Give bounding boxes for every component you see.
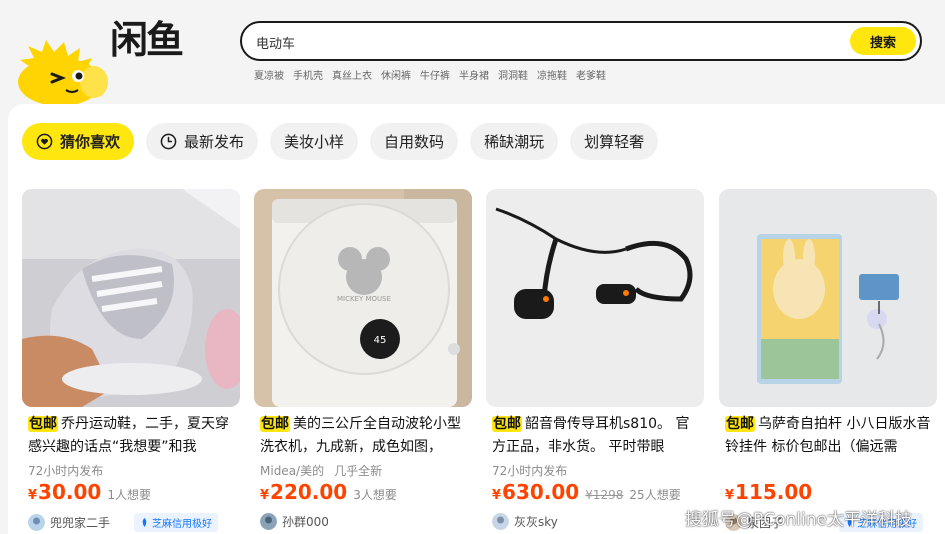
hot-word[interactable]: 老爹鞋	[576, 67, 606, 82]
price-value: 630.00	[502, 480, 580, 504]
hot-word[interactable]: 休闲裤	[381, 67, 411, 82]
credit-label: 芝麻信用极好	[152, 519, 213, 530]
tab-label: 最新发布	[184, 133, 245, 151]
hot-word[interactable]: 洞洞鞋	[498, 67, 528, 82]
product-card[interactable]: 包邮 乌萨奇自拍杆 小八日版水音铃挂件 标价包邮出（偏远需 ¥115.00 泉团子…	[719, 189, 937, 534]
product-image[interactable]: MICKEY MOUSE 45	[254, 189, 472, 407]
search-box: 搜索	[240, 21, 922, 61]
tab-luxury[interactable]: 划算轻奢	[570, 123, 659, 160]
product-image[interactable]	[719, 189, 937, 407]
product-image[interactable]	[486, 189, 704, 407]
currency-symbol: ¥	[492, 488, 502, 503]
product-subinfo: 72小时内发布	[492, 462, 567, 479]
avatar	[28, 514, 45, 531]
seller-row[interactable]: 灰灰sky	[492, 513, 558, 530]
seller-row[interactable]: 兜兜家二手 芝麻信用极好	[28, 513, 219, 532]
want-count: 1人想要	[107, 488, 151, 502]
keychain-photo	[719, 189, 937, 407]
product-subinfo: 72小时内发布	[28, 462, 103, 479]
svg-text:45: 45	[374, 335, 387, 346]
product-title[interactable]: 包邮 韶音骨传导耳机s810。 官方正品，非水货。 平时带眼	[492, 413, 702, 461]
avatar	[492, 513, 509, 530]
product-title[interactable]: 包邮 乌萨奇自拍杆 小八日版水音铃挂件 标价包邮出（偏远需	[725, 413, 935, 461]
product-subinfo: Midea/美的 几乎全新	[260, 462, 382, 479]
publish-time: 72小时内发布	[28, 464, 104, 478]
hot-word[interactable]: 手机壳	[293, 67, 323, 82]
price-row: ¥630.00 ¥1298 25人想要	[492, 480, 681, 504]
hot-word[interactable]: 半身裙	[459, 67, 489, 82]
heart-circle-icon	[36, 133, 53, 150]
avatar	[260, 513, 277, 530]
product-title-text: 美的三公斤全自动波轮小型洗衣机，九成新，成色如图，	[260, 416, 461, 455]
price: ¥220.00	[260, 480, 347, 504]
free-shipping-badge: 包邮	[492, 416, 522, 432]
search-button[interactable]: 搜索	[850, 27, 916, 55]
feed-panel: 猜你喜欢 最新发布 美妆小样 自用数码 稀缺潮玩 划算轻奢 包邮 乔丹运动鞋，二…	[8, 104, 945, 534]
sneakers-photo	[22, 189, 240, 407]
fish-mascot-icon[interactable]	[12, 38, 112, 104]
tab-toys[interactable]: 稀缺潮玩	[470, 123, 559, 160]
free-shipping-badge: 包邮	[28, 416, 58, 432]
want-count: 25人想要	[629, 488, 681, 502]
product-title-text: 乔丹运动鞋，二手，夏天穿 感兴趣的话点“我想要”和我	[28, 416, 229, 455]
product-card[interactable]: 包邮 韶音骨传导耳机s810。 官方正品，非水货。 平时带眼 72小时内发布 ¥6…	[486, 189, 704, 534]
category-tabs: 猜你喜欢 最新发布 美妆小样 自用数码 稀缺潮玩 划算轻奢	[22, 123, 670, 160]
free-shipping-badge: 包邮	[725, 416, 755, 432]
search-input[interactable]	[256, 31, 836, 53]
clock-icon	[160, 133, 177, 150]
top-header: 闲鱼 搜索 夏凉被 手机壳 真丝上衣 休闲裤 牛仔裤 半身裙 洞洞鞋 凉拖鞋 老…	[0, 0, 945, 104]
hot-word[interactable]: 夏凉被	[254, 67, 284, 82]
price-value: 115.00	[735, 480, 813, 504]
tab-label: 稀缺潮玩	[484, 133, 545, 151]
product-title[interactable]: 包邮 美的三公斤全自动波轮小型洗衣机，九成新，成色如图，	[260, 413, 470, 461]
logo-text[interactable]: 闲鱼	[110, 18, 184, 62]
tab-label: 划算轻奢	[584, 133, 645, 151]
free-shipping-badge: 包邮	[260, 416, 290, 432]
want-count: 3人想要	[353, 488, 397, 502]
seller-name: 兜兜家二手	[50, 516, 111, 530]
sesame-credit-icon	[142, 518, 147, 527]
tab-digital[interactable]: 自用数码	[370, 123, 459, 160]
hot-word[interactable]: 真丝上衣	[332, 67, 372, 82]
price-row: ¥220.00 3人想要	[260, 480, 397, 504]
product-title-text: 乌萨奇自拍杆 小八日版水音铃挂件 标价包邮出（偏远需	[725, 416, 931, 455]
tab-label: 自用数码	[384, 133, 445, 151]
watermark-text: 搜狐号@PConline太平洋科技	[685, 510, 912, 530]
price: ¥115.00	[725, 480, 812, 504]
currency-symbol: ¥	[260, 488, 270, 503]
tab-label: 猜你喜欢	[60, 133, 121, 151]
headphones-photo	[486, 189, 704, 407]
price-row: ¥115.00	[725, 480, 812, 504]
seller-name: 孙群000	[282, 515, 329, 529]
price-row: ¥30.00 1人想要	[28, 480, 151, 504]
publish-time: 72小时内发布	[492, 464, 568, 478]
currency-symbol: ¥	[725, 488, 735, 503]
washing-machine-photo: MICKEY MOUSE 45	[254, 189, 472, 407]
svg-text:MICKEY MOUSE: MICKEY MOUSE	[337, 295, 391, 303]
seller-name: 灰灰sky	[514, 515, 558, 529]
condition-tag: 几乎全新	[334, 464, 383, 478]
product-card[interactable]: MICKEY MOUSE 45 包邮 美的三公斤全自动波轮小型洗衣机，九成新，成色…	[254, 189, 472, 534]
tab-beauty-samples[interactable]: 美妆小样	[270, 123, 359, 160]
hot-search-words: 夏凉被 手机壳 真丝上衣 休闲裤 牛仔裤 半身裙 洞洞鞋 凉拖鞋 老爹鞋	[254, 67, 615, 82]
product-image[interactable]	[22, 189, 240, 407]
price-value: 220.00	[270, 480, 348, 504]
brand: Midea/美的	[260, 464, 325, 478]
seller-row[interactable]: 孙群000	[260, 513, 329, 530]
currency-symbol: ¥	[28, 488, 38, 503]
tab-guess-you-like[interactable]: 猜你喜欢	[22, 123, 135, 160]
product-title[interactable]: 包邮 乔丹运动鞋，二手，夏天穿 感兴趣的话点“我想要”和我	[28, 413, 238, 461]
tab-latest[interactable]: 最新发布	[146, 123, 259, 160]
price: ¥30.00	[28, 480, 101, 504]
hot-word[interactable]: 凉拖鞋	[537, 67, 567, 82]
credit-badge: 芝麻信用极好	[134, 513, 219, 532]
price: ¥630.00	[492, 480, 579, 504]
price-value: 30.00	[38, 480, 102, 504]
original-price: ¥1298	[585, 488, 624, 502]
product-card[interactable]: 包邮 乔丹运动鞋，二手，夏天穿 感兴趣的话点“我想要”和我 72小时内发布 ¥30…	[22, 189, 240, 534]
hot-word[interactable]: 牛仔裤	[420, 67, 450, 82]
tab-label: 美妆小样	[284, 133, 345, 151]
